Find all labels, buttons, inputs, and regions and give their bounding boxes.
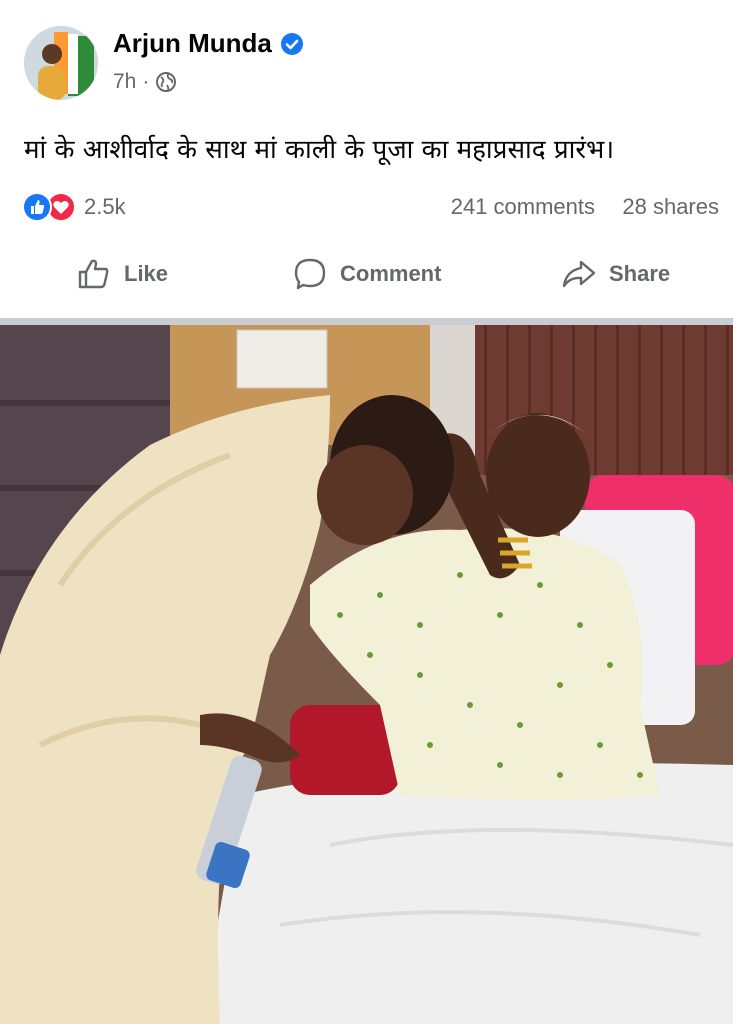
comment-bubble-icon xyxy=(294,258,326,290)
comment-button[interactable]: Comment xyxy=(292,256,441,292)
comment-count[interactable]: 241 comments xyxy=(451,194,595,220)
comment-label: Comment xyxy=(340,261,442,286)
post-stats: 2.5k 241 comments 28 shares xyxy=(0,186,733,226)
globe-icon[interactable] xyxy=(155,71,177,93)
author-avatar[interactable] xyxy=(24,26,98,100)
photo-illustration xyxy=(0,325,733,1024)
thumbs-up-icon xyxy=(78,259,109,289)
action-bar: Like Comment Share xyxy=(0,248,733,306)
avatar-image xyxy=(24,26,98,100)
share-label: Share xyxy=(609,261,671,286)
share-button[interactable]: Share xyxy=(561,256,670,292)
post-header: Arjun Munda 7h · xyxy=(0,0,733,110)
verified-badge-icon xyxy=(280,32,304,56)
reaction-count: 2.5k xyxy=(84,194,126,219)
share-count[interactable]: 28 shares xyxy=(622,194,719,220)
post-photo[interactable] xyxy=(0,325,733,1024)
like-button[interactable]: Like xyxy=(76,256,168,292)
post-text: मां के आशीर्वाद के साथ मां काली के पूजा … xyxy=(24,135,615,165)
like-label: Like xyxy=(124,261,169,286)
reaction-summary[interactable]: 2.5k xyxy=(22,192,126,222)
author-name[interactable]: Arjun Munda xyxy=(113,28,272,59)
share-arrow-icon xyxy=(562,260,596,288)
post-meta: 7h · xyxy=(113,70,177,94)
post-time[interactable]: 7h xyxy=(113,70,136,94)
section-divider xyxy=(0,318,733,325)
like-reaction-icon xyxy=(22,192,52,222)
author-name-row[interactable]: Arjun Munda xyxy=(113,28,304,59)
meta-separator: · xyxy=(142,70,150,93)
